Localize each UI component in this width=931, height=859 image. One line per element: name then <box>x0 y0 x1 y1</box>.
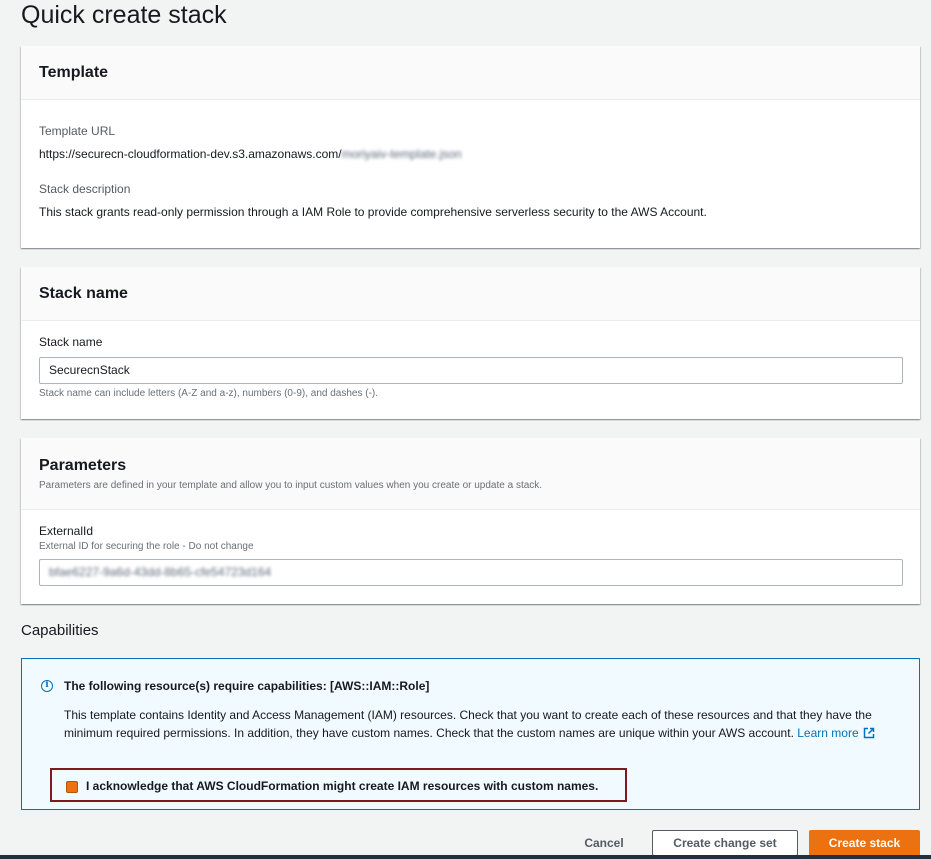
template-panel: Template Template URL https://securecn-c… <box>21 46 920 248</box>
capabilities-info-box: i The following resource(s) require capa… <box>21 658 920 810</box>
stack-name-input[interactable]: SecurecnStack <box>39 357 903 384</box>
external-id-label: ExternalId <box>39 524 94 538</box>
capabilities-description: This template contains Identity and Acce… <box>64 708 872 740</box>
info-icon: i <box>41 680 53 692</box>
parameters-panel-header: Parameters Parameters are defined in you… <box>21 438 920 510</box>
template-url-label: Template URL <box>39 124 116 138</box>
parameters-panel-title: Parameters <box>39 457 127 474</box>
external-id-input[interactable]: bfae6227-9a6d-43dd-8b65-cfe54723d164 <box>39 559 903 586</box>
stack-name-field-label: Stack name <box>39 335 103 349</box>
external-id-value: bfae6227-9a6d-43dd-8b65-cfe54723d164 <box>49 565 272 579</box>
learn-more-link[interactable]: Learn more <box>797 726 874 740</box>
acknowledge-checkbox[interactable] <box>66 781 78 793</box>
create-stack-button[interactable]: Create stack <box>809 830 920 856</box>
external-id-description: External ID for securing the role - Do n… <box>39 541 254 552</box>
stack-name-panel: Stack name Stack name SecurecnStack Stac… <box>21 267 920 419</box>
parameters-panel-subtitle: Parameters are defined in your template … <box>39 480 543 491</box>
template-url-value: https://securecn-cloudformation-dev.s3.a… <box>39 147 462 161</box>
page-title: Quick create stack <box>21 1 227 29</box>
external-link-icon <box>863 726 875 744</box>
stack-description-label: Stack description <box>39 182 131 196</box>
create-change-set-button[interactable]: Create change set <box>652 830 798 856</box>
capabilities-text: This template contains Identity and Acce… <box>64 706 904 744</box>
stack-name-panel-header: Stack name <box>21 267 920 321</box>
template-panel-title: Template <box>39 64 109 81</box>
stack-name-hint: Stack name can include letters (A-Z and … <box>39 388 379 399</box>
cancel-button[interactable]: Cancel <box>574 830 634 856</box>
bottom-bar <box>0 855 931 859</box>
template-panel-header: Template <box>21 46 920 100</box>
capabilities-title: Capabilities <box>21 622 99 639</box>
acknowledge-highlight: I acknowledge that AWS CloudFormation mi… <box>50 768 627 802</box>
stack-name-panel-title: Stack name <box>39 285 128 302</box>
capabilities-heading: The following resource(s) require capabi… <box>64 679 430 693</box>
learn-more-label: Learn more <box>797 726 859 740</box>
stack-description-value: This stack grants read-only permission t… <box>39 205 707 219</box>
parameters-panel: Parameters Parameters are defined in you… <box>21 438 920 604</box>
template-url-obscured: moriyaiv-template.json <box>341 147 462 161</box>
acknowledge-label[interactable]: I acknowledge that AWS CloudFormation mi… <box>86 779 598 793</box>
template-url-text: https://securecn-cloudformation-dev.s3.a… <box>39 147 342 161</box>
